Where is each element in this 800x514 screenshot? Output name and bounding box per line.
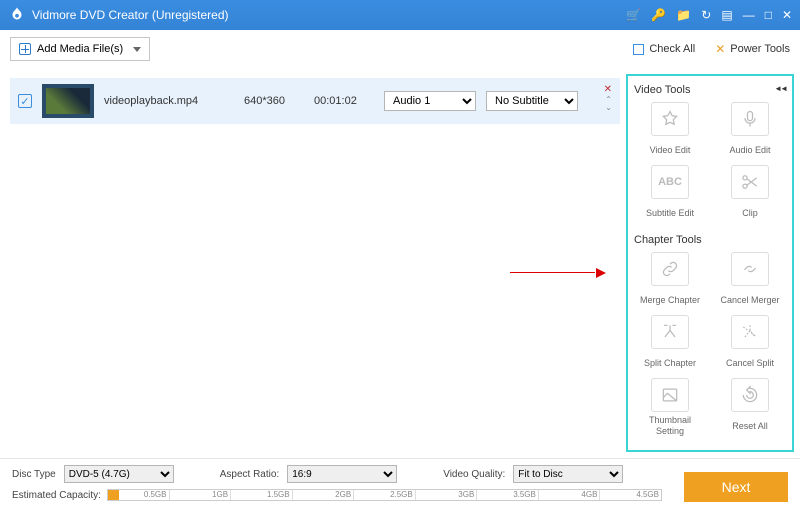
app-title: Vidmore DVD Creator (Unregistered)	[32, 8, 626, 22]
key-icon[interactable]: 🔑	[651, 8, 666, 22]
star-icon	[660, 109, 680, 129]
split-icon	[660, 322, 680, 342]
aspect-ratio-label: Aspect Ratio:	[220, 469, 279, 480]
media-row[interactable]: ✓ videoplayback.mp4 640*360 00:01:02 Aud…	[10, 78, 620, 124]
toolbar: Add Media File(s) Check All ✕ Power Tool…	[0, 30, 800, 68]
reset-icon	[740, 385, 760, 405]
reset-all-tool[interactable]: Reset All	[714, 378, 786, 437]
power-tools-button[interactable]: ✕ Power Tools	[715, 42, 790, 56]
resolution: 640*360	[244, 95, 304, 107]
subtitle-select[interactable]: No Subtitle	[486, 91, 578, 111]
unlink-icon	[740, 259, 760, 279]
duration: 00:01:02	[314, 95, 374, 107]
audio-edit-tool[interactable]: Audio Edit	[714, 102, 786, 161]
video-quality-select[interactable]: Fit to Disc	[513, 465, 623, 483]
plus-icon	[19, 43, 31, 55]
cart-icon[interactable]: 🛒	[626, 8, 641, 22]
cancel-split-tool[interactable]: Cancel Split	[714, 315, 786, 374]
check-all-toggle[interactable]: Check All	[633, 43, 695, 55]
abc-icon: ABC	[651, 165, 689, 199]
subtitle-edit-tool[interactable]: ABCSubtitle Edit	[634, 165, 706, 224]
capacity-label: Estimated Capacity:	[12, 490, 101, 501]
clip-tool[interactable]: Clip	[714, 165, 786, 224]
dropdown-caret-icon	[133, 47, 141, 52]
reorder-arrows[interactable]: ⌃⌄	[605, 96, 612, 111]
checkbox-icon	[633, 44, 644, 55]
history-icon[interactable]: ↻	[701, 8, 711, 22]
close-icon[interactable]: ✕	[782, 8, 792, 22]
mic-icon	[740, 109, 760, 129]
image-icon	[660, 385, 680, 405]
filename: videoplayback.mp4	[104, 95, 234, 107]
thumbnail-setting-tool[interactable]: Thumbnail Setting	[634, 378, 706, 437]
row-checkbox[interactable]: ✓	[18, 94, 32, 108]
disc-type-label: Disc Type	[12, 469, 56, 480]
check-all-label: Check All	[649, 43, 695, 55]
split-chapter-tool[interactable]: Split Chapter	[634, 315, 706, 374]
titlebar: Vidmore DVD Creator (Unregistered) 🛒 🔑 📁…	[0, 0, 800, 30]
folder-icon[interactable]: 📁	[676, 8, 691, 22]
add-media-label: Add Media File(s)	[37, 43, 123, 55]
minimize-icon[interactable]: —	[743, 8, 755, 22]
capacity-ticks: 0.5GB1GB1.5GB2GB2.5GB3GB3.5GB4GB4.5GB	[108, 490, 661, 500]
bottom-bar: Disc Type DVD-5 (4.7G) Aspect Ratio: 16:…	[0, 458, 800, 514]
video-edit-tool[interactable]: Video Edit	[634, 102, 706, 161]
thumbnail[interactable]	[42, 84, 94, 118]
media-list: ✓ videoplayback.mp4 640*360 00:01:02 Aud…	[0, 68, 626, 458]
annotation-arrow	[510, 268, 610, 278]
next-button[interactable]: Next	[684, 472, 788, 502]
scissors-icon	[740, 172, 760, 192]
tools-icon: ✕	[715, 42, 725, 56]
chapter-tools-heading: Chapter Tools	[634, 234, 786, 246]
cancel-split-icon	[740, 322, 760, 342]
video-tools-heading: Video Tools	[634, 84, 786, 96]
tools-panel: Video Tools Video Edit Audio Edit ABCSub…	[626, 74, 794, 452]
merge-chapter-tool[interactable]: Merge Chapter	[634, 252, 706, 311]
link-icon	[660, 259, 680, 279]
add-media-button[interactable]: Add Media File(s)	[10, 37, 150, 61]
menu-icon[interactable]: ▤	[721, 8, 732, 22]
cancel-merger-tool[interactable]: Cancel Merger	[714, 252, 786, 311]
power-tools-label: Power Tools	[730, 43, 790, 55]
video-quality-label: Video Quality:	[443, 469, 505, 480]
maximize-icon[interactable]: □	[765, 8, 772, 22]
delete-row-icon[interactable]: ✕	[604, 84, 612, 95]
disc-type-select[interactable]: DVD-5 (4.7G)	[64, 465, 174, 483]
app-logo-icon	[8, 6, 26, 24]
audio-select[interactable]: Audio 1	[384, 91, 476, 111]
capacity-bar: 0.5GB1GB1.5GB2GB2.5GB3GB3.5GB4GB4.5GB	[107, 489, 662, 501]
aspect-ratio-select[interactable]: 16:9	[287, 465, 397, 483]
